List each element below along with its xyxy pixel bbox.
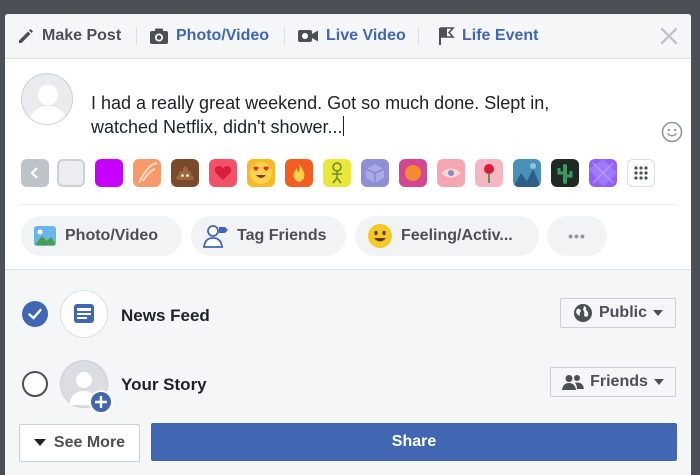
composer-tabs: Make Post Photo/Video Live Video Life Ev… [5, 14, 691, 59]
background-swatch-heart-eyes[interactable] [247, 159, 275, 187]
tab-label: Life Event [462, 27, 539, 44]
friends-icon [562, 374, 585, 390]
news-feed-icon [60, 290, 108, 338]
globe-icon [573, 303, 593, 323]
your-story-checkbox[interactable] [22, 371, 48, 397]
your-story-audience-button[interactable]: Friends [550, 367, 676, 397]
tab-life-event[interactable]: Life Event [437, 14, 538, 58]
flag-icon [437, 26, 455, 46]
tag-friends-icon [203, 224, 229, 248]
photo-video-button[interactable]: Photo/Video [21, 216, 182, 256]
your-story-label: Your Story [121, 375, 207, 394]
see-more-button[interactable]: See More [19, 424, 140, 462]
tab-divider [284, 27, 285, 45]
tag-friends-button[interactable]: Tag Friends [191, 216, 346, 256]
action-label: Photo/Video [65, 227, 159, 244]
action-label: Feeling/Activ... [401, 227, 513, 244]
more-options-button[interactable]: ••• [547, 216, 607, 256]
see-more-label: See More [53, 434, 126, 451]
avatar [21, 73, 73, 125]
background-swatch-cactus[interactable] [551, 159, 579, 187]
background-swatch-figure[interactable] [323, 159, 351, 187]
more-backgrounds-grid-icon[interactable] [627, 159, 655, 187]
chevron-down-icon [653, 379, 664, 385]
background-swatch-geo[interactable] [589, 159, 617, 187]
your-story-icon [60, 360, 113, 414]
post-text-line: watched Netflix, didn't shower... [91, 117, 343, 137]
tab-live-video[interactable]: Live Video [297, 14, 406, 58]
text-caret [342, 116, 344, 136]
background-swatch-fire[interactable] [285, 159, 313, 187]
background-back-button[interactable] [21, 159, 49, 187]
audience-label: Friends [590, 373, 648, 390]
share-button[interactable]: Share [151, 423, 677, 461]
news-feed-checkbox[interactable] [22, 301, 48, 327]
news-feed-label: News Feed [121, 306, 210, 325]
background-swatch-purple[interactable] [95, 159, 123, 187]
background-swatch-leaves[interactable] [133, 159, 161, 187]
camera-icon [149, 27, 169, 45]
tab-divider [418, 27, 419, 45]
news-feed-audience-button[interactable]: Public [560, 298, 676, 328]
background-swatch-eye[interactable] [437, 159, 465, 187]
share-label: Share [391, 433, 437, 450]
photo-icon [33, 225, 57, 247]
pencil-icon [17, 27, 35, 45]
audience-label: Public [598, 304, 647, 321]
chevron-down-icon [653, 310, 663, 316]
post-text-input[interactable]: I had a really great weekend. Got so muc… [91, 91, 631, 139]
background-swatch-white[interactable] [57, 159, 85, 187]
tab-make-post[interactable]: Make Post [17, 14, 121, 58]
tab-label: Photo/Video [176, 27, 270, 44]
create-post-dialog: Make Post Photo/Video Live Video Life Ev… [5, 14, 691, 475]
feeling-activity-button[interactable]: Feeling/Activ... [355, 216, 539, 256]
smiley-icon [367, 223, 393, 249]
background-swatch-heart[interactable] [209, 159, 237, 187]
tab-label: Make Post [42, 27, 122, 44]
caret-down-icon [33, 439, 46, 447]
action-label: Tag Friends [237, 227, 327, 244]
background-swatch-rose[interactable] [475, 159, 503, 187]
emoji-picker-icon[interactable] [661, 121, 683, 148]
video-camera-icon [297, 28, 319, 44]
tab-divider [136, 27, 137, 45]
tab-label: Live Video [326, 27, 406, 44]
divider [21, 204, 675, 205]
close-icon[interactable] [655, 22, 683, 50]
add-icon [89, 390, 113, 414]
more-icon: ••• [568, 228, 586, 244]
background-swatch-cube[interactable] [361, 159, 389, 187]
background-swatch-orange-circle[interactable] [399, 159, 427, 187]
background-swatch-poop[interactable] [171, 159, 199, 187]
background-swatch-scene[interactable] [513, 159, 541, 187]
tab-photo-video[interactable]: Photo/Video [149, 14, 269, 58]
post-text-line: I had a really great weekend. Got so muc… [91, 93, 550, 113]
